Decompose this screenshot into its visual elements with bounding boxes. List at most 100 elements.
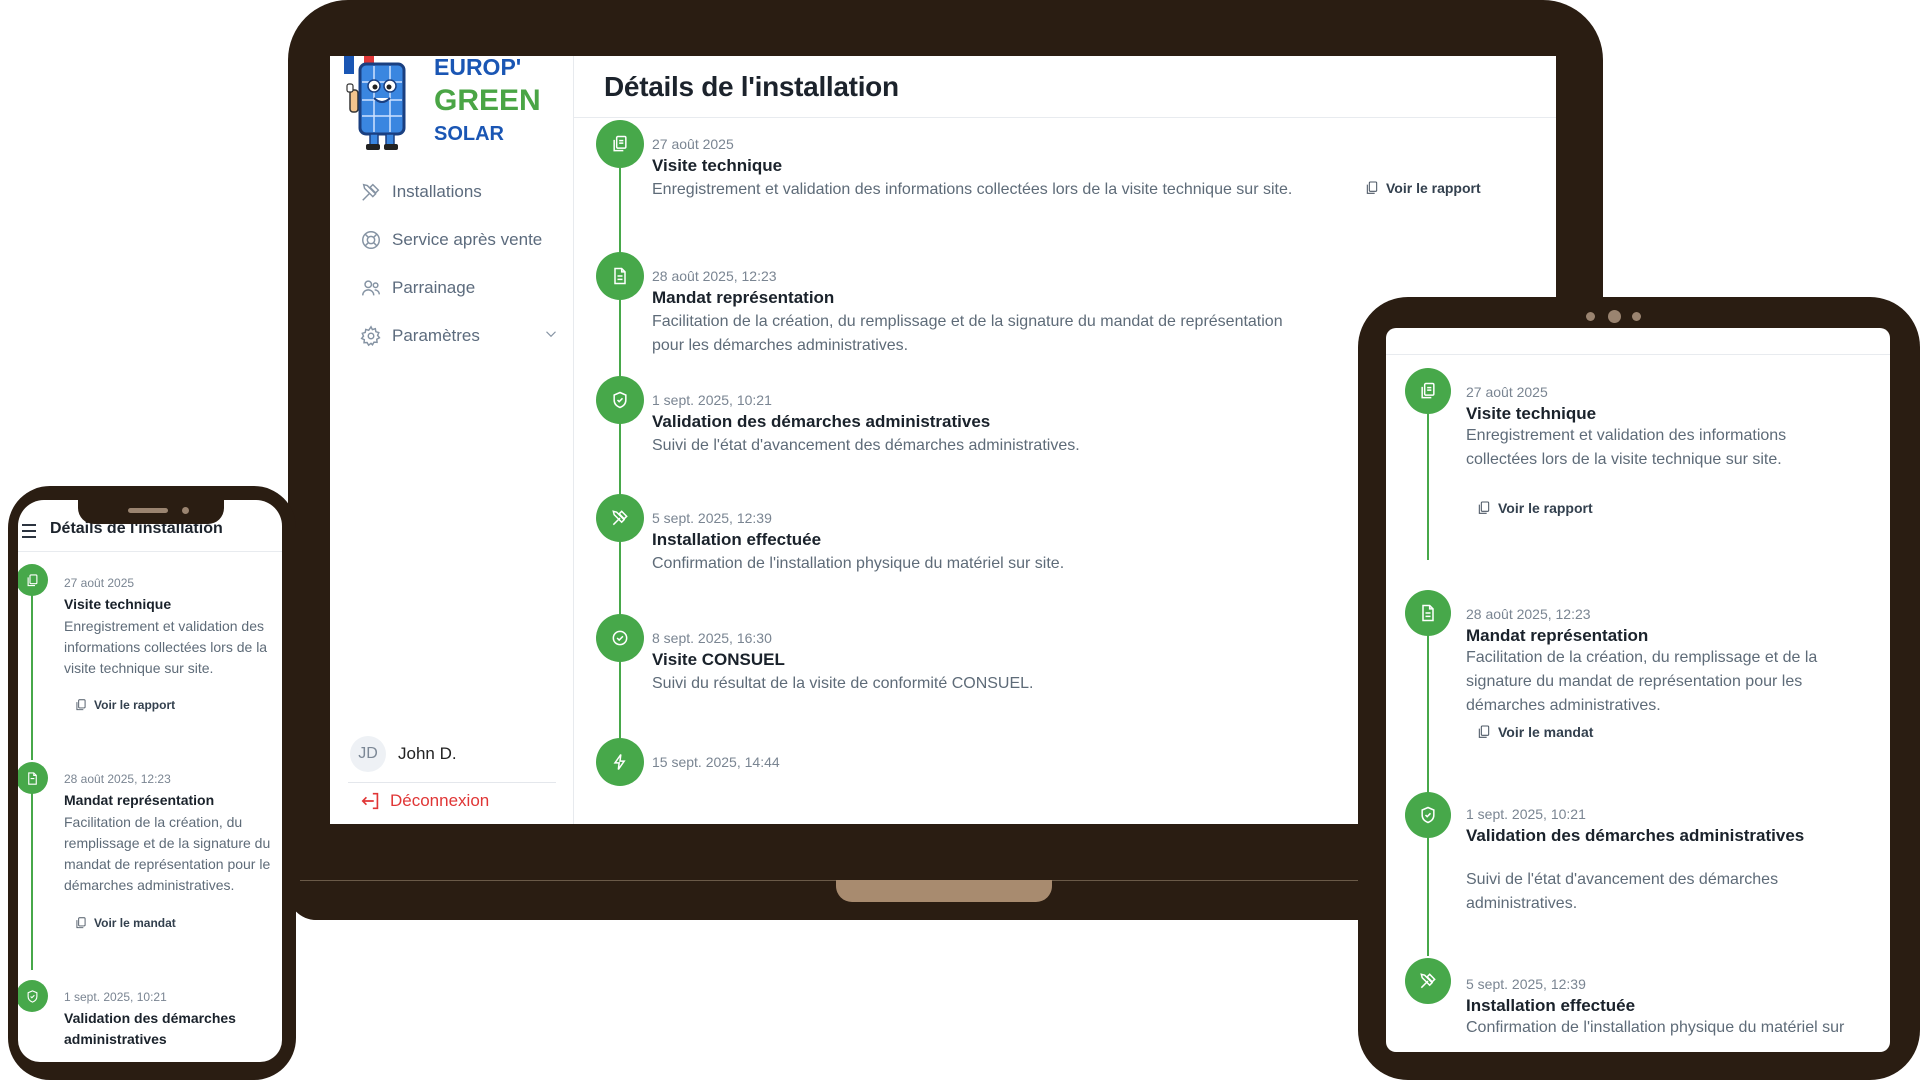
- timeline-title: Visite technique: [652, 156, 783, 175]
- timeline-title: Installation effectuée: [652, 530, 822, 549]
- mockup-canvas: { "brand": { "line1": "EUROP'", "line2":…: [0, 0, 1920, 1080]
- tools-icon: [1420, 973, 1436, 989]
- timeline-date: 28 août 2025, 12:23: [64, 772, 171, 786]
- timeline-step-icon: [596, 120, 644, 168]
- lifebuoy-icon: [362, 231, 380, 249]
- timeline-description: Facilitation de la création, du rempliss…: [652, 313, 1283, 330]
- timeline-title: Validation des démarches: [64, 1010, 236, 1026]
- avatar: JD: [350, 736, 386, 772]
- timeline-description: Suivi du résultat de la visite de confor…: [652, 675, 1034, 692]
- logout-icon: [361, 792, 379, 810]
- tablet-header-divider: [1386, 354, 1890, 355]
- user-name: John D.: [398, 744, 457, 763]
- shield-check-icon: [1421, 806, 1435, 824]
- timeline-title: Validation des démarches administratives: [652, 412, 991, 431]
- clipboard-icon: [613, 135, 627, 152]
- timeline-step-icon: [596, 252, 644, 300]
- sidebar-item-parametres[interactable]: Paramètres: [360, 312, 560, 360]
- brand-logo[interactable]: EUROP' GREEN SOLAR: [344, 56, 564, 156]
- sidebar-item-installations[interactable]: Installations: [360, 168, 560, 216]
- bolt-icon: [613, 754, 626, 770]
- timeline-description-continued: informations collectées lors de la: [64, 639, 268, 655]
- timeline-title: Visite technique: [1466, 404, 1597, 423]
- timeline-step-icon: [596, 376, 644, 424]
- tablet-camera: [1586, 312, 1595, 321]
- timeline-date: 8 sept. 2025, 16:30: [652, 630, 772, 646]
- tools-icon: [362, 183, 380, 201]
- timeline-step-icon: [18, 980, 48, 1012]
- clipboard-icon: [27, 573, 37, 586]
- timeline-description: Facilitation de la création, du: [64, 814, 243, 830]
- clipboard-icon: [1478, 501, 1490, 514]
- phone-side-button: [294, 622, 300, 694]
- timeline-step-icon: [596, 494, 644, 542]
- timeline-step-icon: [1405, 958, 1451, 1004]
- timeline-step-icon: [596, 614, 644, 662]
- timeline-description: Suivi de l'état d'avancement des démarch…: [1466, 871, 1779, 888]
- timeline-date: 1 sept. 2025, 10:21: [652, 392, 772, 408]
- timeline-date: 1 sept. 2025, 10:21: [1466, 806, 1586, 822]
- timeline-step-icon: [1405, 792, 1451, 838]
- timeline-step-icon: [596, 738, 644, 786]
- timeline-title: Visite technique: [64, 596, 172, 612]
- timeline-description-continued: mandat de représentation pour le: [64, 856, 271, 872]
- timeline-description-continued: collectées lors de la visite technique s…: [1466, 451, 1782, 468]
- users-icon: [362, 280, 380, 296]
- phone-speaker: [128, 508, 168, 513]
- timeline-description: Facilitation de la création, du rempliss…: [1466, 649, 1818, 666]
- laptop-thumb-notch: [836, 880, 1052, 902]
- page-header: Détails de l'installation: [574, 56, 1556, 118]
- solar-panel-mascot-icon: [344, 56, 406, 150]
- sidebar-item-parrainage[interactable]: Parrainage: [360, 264, 560, 312]
- gear-icon: [360, 325, 381, 347]
- view-report-link[interactable]: Voir le rapport: [1476, 500, 1593, 516]
- timeline-description-continued: visite technique sur site.: [64, 660, 214, 676]
- timeline-description-continued: remplissage et de la signature du: [64, 835, 271, 851]
- clipboard-icon: [76, 917, 86, 929]
- timeline-description: Confirmation de l'installation physique …: [1466, 1019, 1845, 1036]
- document-icon: [1422, 604, 1434, 622]
- timeline-date: 27 août 2025: [652, 136, 734, 152]
- timeline-title: Mandat représentation: [652, 288, 835, 307]
- timeline-step-icon: [18, 564, 48, 596]
- sidebar-item-label: Service après vente: [392, 230, 543, 249]
- timeline-connector: [31, 790, 33, 970]
- shield-check-icon: [27, 989, 37, 1003]
- timeline-date: 27 août 2025: [64, 576, 135, 590]
- timeline-description-continued: administratives.: [1466, 895, 1578, 912]
- timeline-connector: [1427, 634, 1429, 808]
- view-mandate-label: Voir le mandat: [1498, 724, 1594, 740]
- view-report-link[interactable]: Voir le rapport: [1364, 180, 1481, 196]
- sidebar-item-service-apres-vente[interactable]: Service après vente: [360, 216, 560, 264]
- brand-line-green: GREEN: [434, 84, 541, 117]
- clipboard-icon: [1366, 181, 1378, 194]
- timeline-description-continued: pour les démarches administratives.: [652, 337, 909, 354]
- timeline-connector: [619, 418, 621, 500]
- timeline-connector: [619, 658, 621, 748]
- brand-line-europ: EUROP': [434, 56, 522, 80]
- view-mandate-link[interactable]: Voir le mandat: [1476, 724, 1593, 740]
- timeline-connector: [619, 296, 621, 386]
- view-mandate-link[interactable]: Voir le mandat: [74, 916, 176, 930]
- logout-button[interactable]: Déconnexion: [360, 790, 489, 812]
- timeline-description: Enregistrement et validation des informa…: [1466, 427, 1787, 444]
- shield-check-icon: [613, 391, 627, 409]
- timeline-description: Confirmation de l'installation physique …: [652, 555, 1065, 572]
- view-report-label: Voir le rapport: [1386, 180, 1481, 196]
- tablet-camera: [1632, 312, 1641, 321]
- timeline-step-icon: [1405, 368, 1451, 414]
- timeline-title: Mandat représentation: [64, 792, 215, 808]
- hamburger-menu-icon[interactable]: [22, 524, 38, 538]
- view-report-link[interactable]: Voir le rapport: [74, 698, 175, 712]
- view-report-label: Voir le rapport: [1498, 500, 1593, 516]
- timeline-date: 27 août 2025: [1466, 384, 1548, 400]
- timeline-title: Mandat représentation: [1466, 626, 1649, 645]
- user-profile[interactable]: JD John D.: [350, 736, 457, 772]
- timeline-description: Enregistrement et validation des informa…: [652, 181, 1293, 198]
- sidebar-divider: [348, 782, 556, 783]
- sidebar-item-label: Parrainage: [392, 278, 476, 297]
- timeline-connector: [1427, 410, 1429, 560]
- chevron-down-icon[interactable]: [542, 325, 560, 348]
- timeline-step-icon: [1405, 590, 1451, 636]
- tablet-camera: [1608, 310, 1621, 323]
